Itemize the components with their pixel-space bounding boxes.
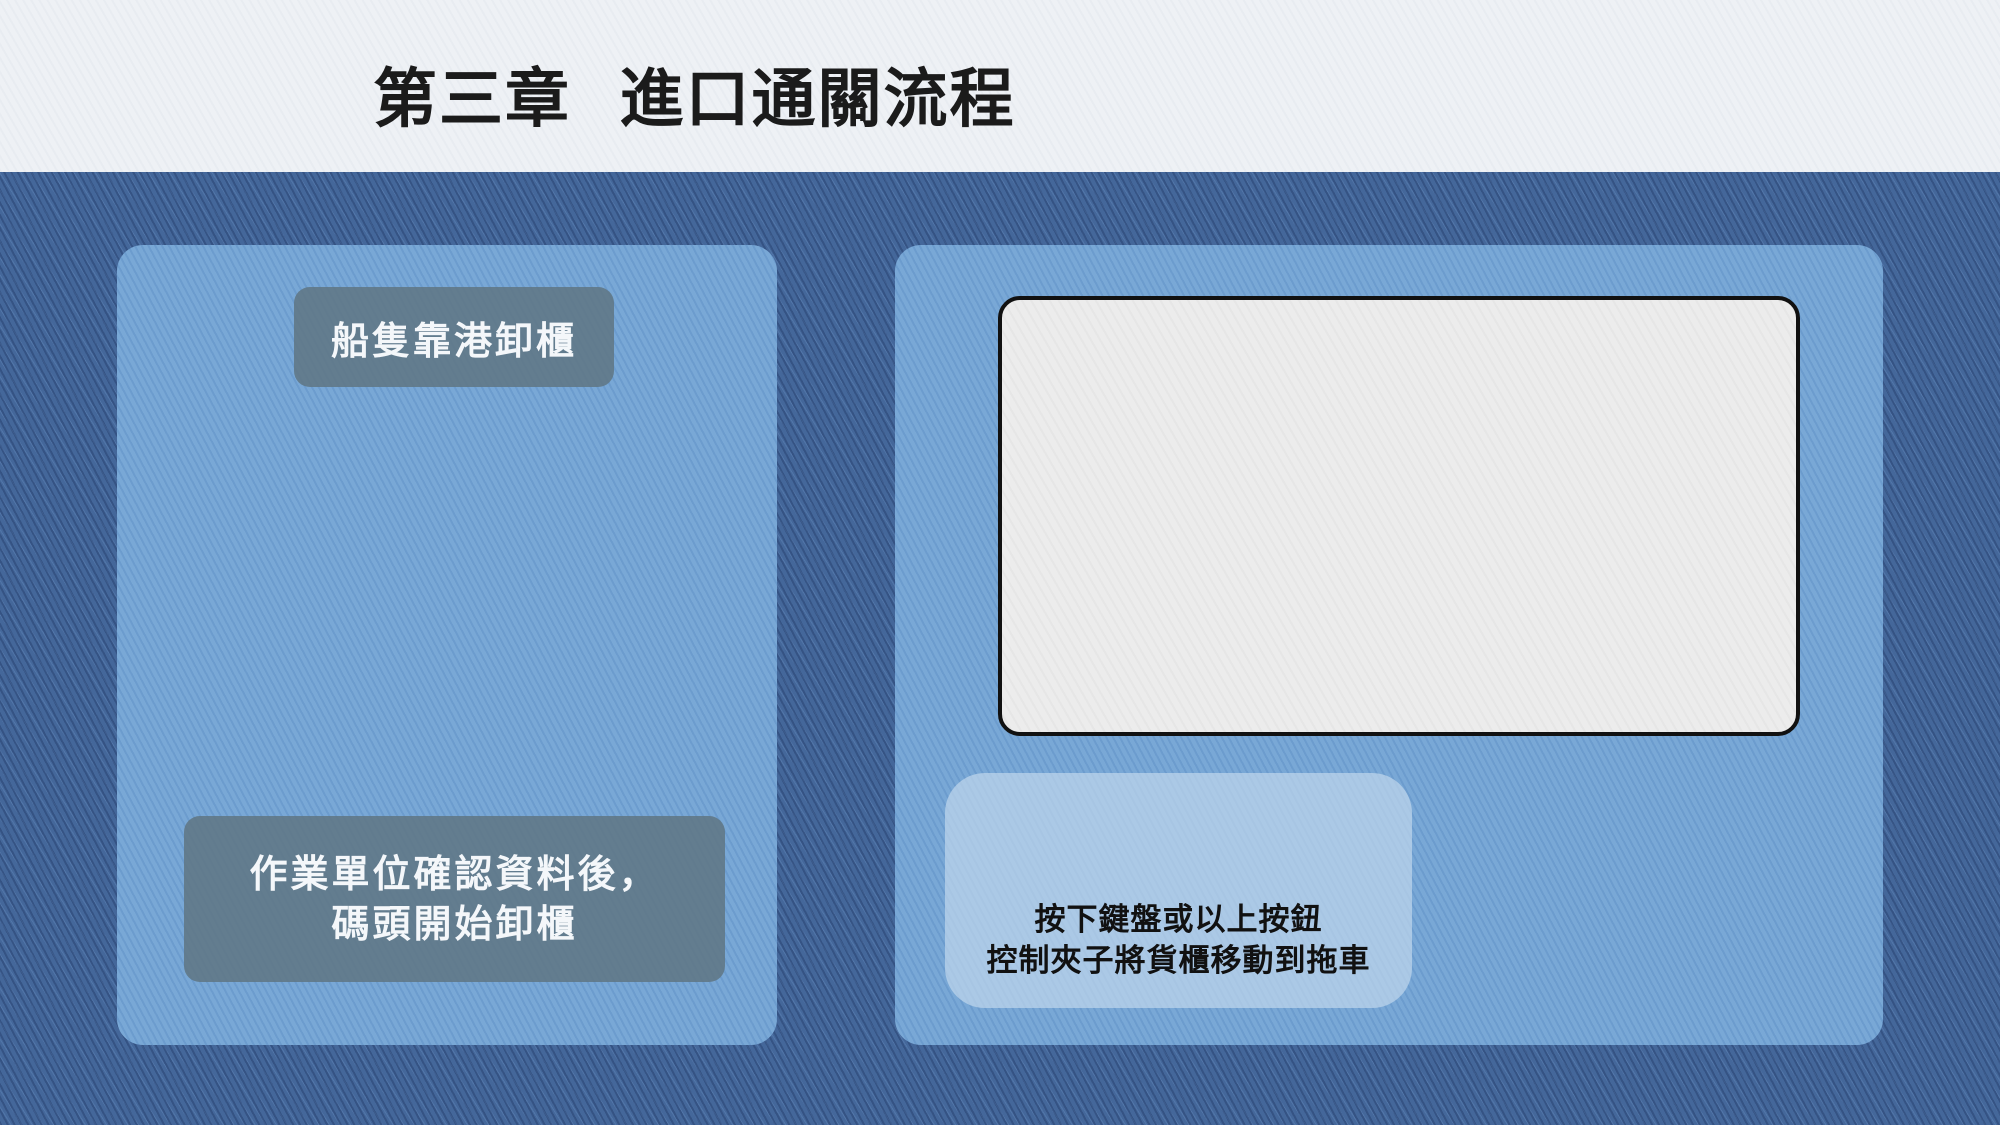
- page-title: 第三章 進口通關流程: [373, 63, 1016, 137]
- step-label: 船隻靠港卸櫃: [294, 287, 614, 387]
- step-description: 作業單位確認資料後， 碼頭開始卸櫃: [184, 816, 725, 982]
- step-description-line-2: 碼頭開始卸櫃: [331, 902, 578, 946]
- instruction-line-1: 按下鍵盤或以上按鈕: [1034, 902, 1323, 938]
- instruction-box: 按下鍵盤或以上按鈕 控制夾子將貨櫃移動到拖車: [945, 773, 1412, 1008]
- simulation-view[interactable]: [998, 296, 1800, 736]
- instruction-line-2: 控制夾子將貨櫃移動到拖車: [986, 943, 1371, 979]
- step-description-line-1: 作業單位確認資料後，: [249, 852, 660, 896]
- header-bar: 第三章 進口通關流程: [0, 0, 2000, 172]
